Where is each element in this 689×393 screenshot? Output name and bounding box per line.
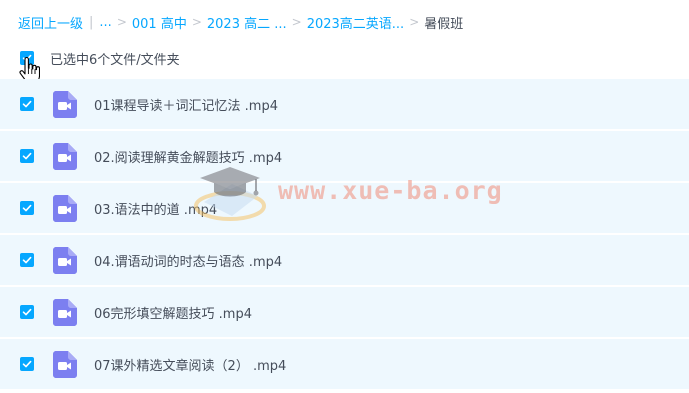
select-all-bar: 已选中6个文件/文件夹 <box>20 48 180 68</box>
row-checkbox[interactable] <box>20 149 34 163</box>
breadcrumb-item-1[interactable]: 001 高中 <box>132 13 187 32</box>
video-file-icon <box>53 247 77 274</box>
chevron-right-icon: > <box>409 15 420 29</box>
file-row[interactable]: 02.阅读理解黄金解题技巧 .mp4 <box>0 131 689 181</box>
row-checkbox[interactable] <box>20 305 34 319</box>
checkmark-icon <box>22 360 32 368</box>
video-file-icon <box>53 91 77 118</box>
breadcrumb-ellipsis[interactable]: ... <box>99 15 111 30</box>
video-file-icon <box>53 299 77 326</box>
selection-count-label: 已选中6个文件/文件夹 <box>50 52 180 68</box>
file-name[interactable]: 01课程导读＋词汇记忆法 .mp4 <box>94 95 278 114</box>
video-file-icon <box>53 351 77 378</box>
file-row[interactable]: 04.谓语动词的时态与语态 .mp4 <box>0 235 689 285</box>
chevron-right-icon: > <box>116 15 127 29</box>
breadcrumb-divider: | <box>89 14 94 30</box>
checkmark-icon <box>22 308 32 316</box>
chevron-right-icon: > <box>191 15 202 29</box>
file-name[interactable]: 02.阅读理解黄金解题技巧 .mp4 <box>94 147 282 166</box>
row-checkbox[interactable] <box>20 201 34 215</box>
row-checkbox[interactable] <box>20 97 34 111</box>
back-link[interactable]: 返回上一级 <box>18 13 83 32</box>
checkmark-icon <box>22 152 32 160</box>
breadcrumb-item-3[interactable]: 2023高二英语... <box>307 13 404 32</box>
file-list: 01课程导读＋词汇记忆法 .mp4 02.阅读理解黄金解题技巧 .mp4 03.… <box>0 79 689 391</box>
file-row[interactable]: 03.语法中的道 .mp4 <box>0 183 689 233</box>
video-file-icon <box>53 143 77 170</box>
file-name[interactable]: 04.谓语动词的时态与语态 .mp4 <box>94 251 282 270</box>
row-checkbox[interactable] <box>20 357 34 371</box>
checkmark-icon <box>22 256 32 264</box>
breadcrumb: 返回上一级 | ... > 001 高中 > 2023 高二 ... > 202… <box>18 12 463 32</box>
checkmark-icon <box>22 100 32 108</box>
file-row[interactable]: 06完形填空解题技巧 .mp4 <box>0 287 689 337</box>
row-checkbox[interactable] <box>20 253 34 267</box>
breadcrumb-current: 暑假班 <box>424 16 464 32</box>
file-name[interactable]: 07课外精选文章阅读（2） .mp4 <box>94 355 286 374</box>
file-browser: 返回上一级 | ... > 001 高中 > 2023 高二 ... > 202… <box>0 0 689 393</box>
file-name[interactable]: 03.语法中的道 .mp4 <box>94 199 217 218</box>
file-row[interactable]: 01课程导读＋词汇记忆法 .mp4 <box>0 79 689 129</box>
breadcrumb-item-2[interactable]: 2023 高二 ... <box>207 13 287 32</box>
checkmark-icon <box>22 54 32 62</box>
select-all-checkbox[interactable] <box>20 51 34 65</box>
file-row[interactable]: 07课外精选文章阅读（2） .mp4 <box>0 339 689 389</box>
file-name[interactable]: 06完形填空解题技巧 .mp4 <box>94 303 252 322</box>
chevron-right-icon: > <box>291 15 302 29</box>
checkmark-icon <box>22 204 32 212</box>
video-file-icon <box>53 195 77 222</box>
